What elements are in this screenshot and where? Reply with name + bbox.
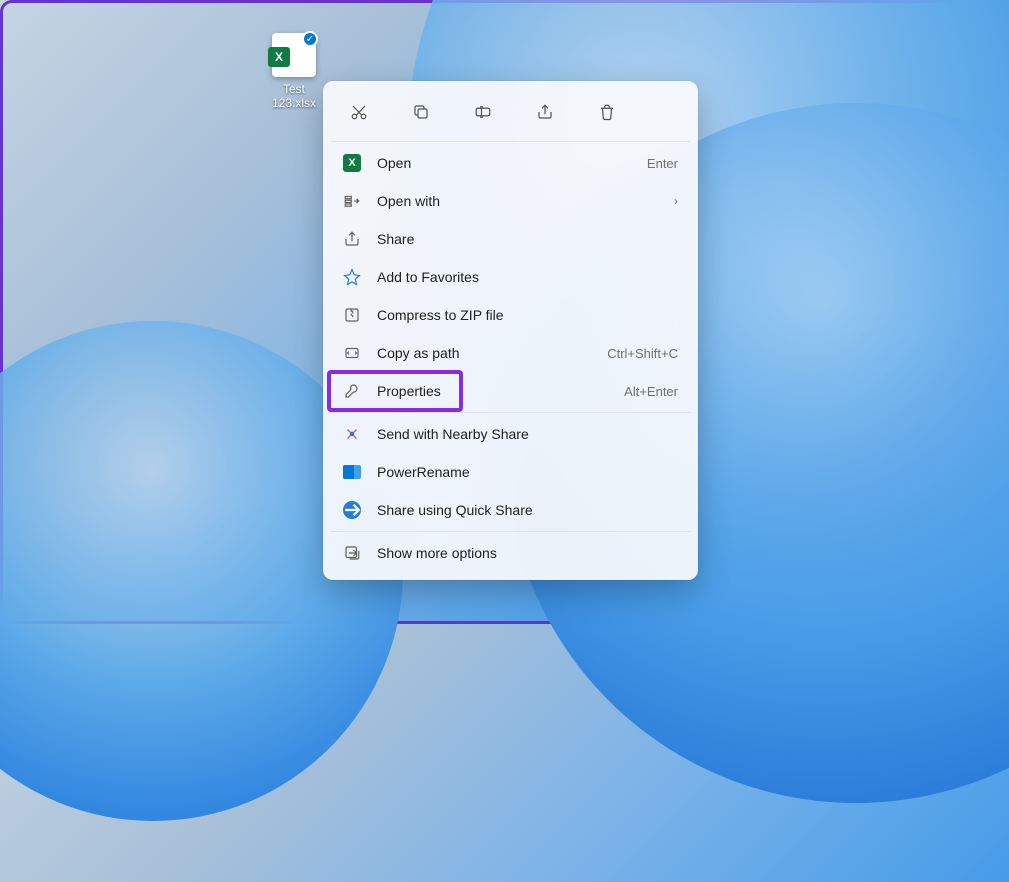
menu-item-add-to-favorites[interactable]: Add to Favorites [331, 258, 690, 296]
star-icon [343, 268, 361, 286]
menu-item-share[interactable]: Share [331, 220, 690, 258]
desktop-file[interactable]: X ✓ Test 123.xlsx [258, 33, 330, 111]
share-icon [343, 230, 361, 248]
excel-file-icon: X ✓ [272, 33, 316, 77]
menu-item-shortcut: Alt+Enter [624, 384, 678, 399]
menu-item-label: Share using Quick Share [377, 502, 678, 518]
divider [331, 412, 690, 413]
rename-button[interactable] [465, 95, 501, 129]
menu-item-label: Copy as path [377, 345, 607, 361]
menu-item-label: Add to Favorites [377, 269, 678, 285]
quick-action-row [331, 89, 690, 139]
quickshare-icon [343, 501, 361, 519]
open-with-icon [343, 192, 361, 210]
sync-badge-icon: ✓ [302, 31, 318, 47]
excel-icon: X [343, 154, 361, 172]
menu-item-label: PowerRename [377, 464, 678, 480]
divider [331, 531, 690, 532]
more-icon [343, 544, 361, 562]
powerrename-icon [343, 463, 361, 481]
menu-item-share-using-quick-share[interactable]: Share using Quick Share [331, 491, 690, 529]
copy-button[interactable] [403, 95, 439, 129]
menu-item-label: Show more options [377, 545, 678, 561]
file-label: Test 123.xlsx [258, 81, 330, 111]
share-button[interactable] [527, 95, 563, 129]
menu-item-open[interactable]: X OpenEnter [331, 144, 690, 182]
menu-item-label: Open [377, 155, 647, 171]
menu-item-compress-to-zip-file[interactable]: Compress to ZIP file [331, 296, 690, 334]
menu-item-shortcut: Enter [647, 156, 678, 171]
cut-button[interactable] [341, 95, 377, 129]
menu-item-powerrename[interactable]: PowerRename [331, 453, 690, 491]
menu-item-label: Properties [377, 383, 624, 399]
menu-item-shortcut: Ctrl+Shift+C [607, 346, 678, 361]
chevron-right-icon: › [674, 194, 678, 208]
menu-item-properties[interactable]: PropertiesAlt+Enter [331, 372, 690, 410]
delete-button[interactable] [589, 95, 625, 129]
context-menu: X OpenEnter Open with› Share Add to Favorite… [323, 81, 698, 580]
menu-item-copy-as-path[interactable]: Copy as pathCtrl+Shift+C [331, 334, 690, 372]
excel-badge: X [268, 47, 290, 67]
menu-item-send-with-nearby-share[interactable]: Send with Nearby Share [331, 415, 690, 453]
menu-item-label: Send with Nearby Share [377, 426, 678, 442]
menu-item-label: Compress to ZIP file [377, 307, 678, 323]
menu-item-show-more-options[interactable]: Show more options [331, 534, 690, 572]
menu-item-open-with[interactable]: Open with› [331, 182, 690, 220]
menu-item-label: Share [377, 231, 678, 247]
properties-icon [343, 382, 361, 400]
divider [331, 141, 690, 142]
zip-icon [343, 306, 361, 324]
nearby-icon [343, 425, 361, 443]
menu-item-label: Open with [377, 193, 674, 209]
copy-path-icon [343, 344, 361, 362]
